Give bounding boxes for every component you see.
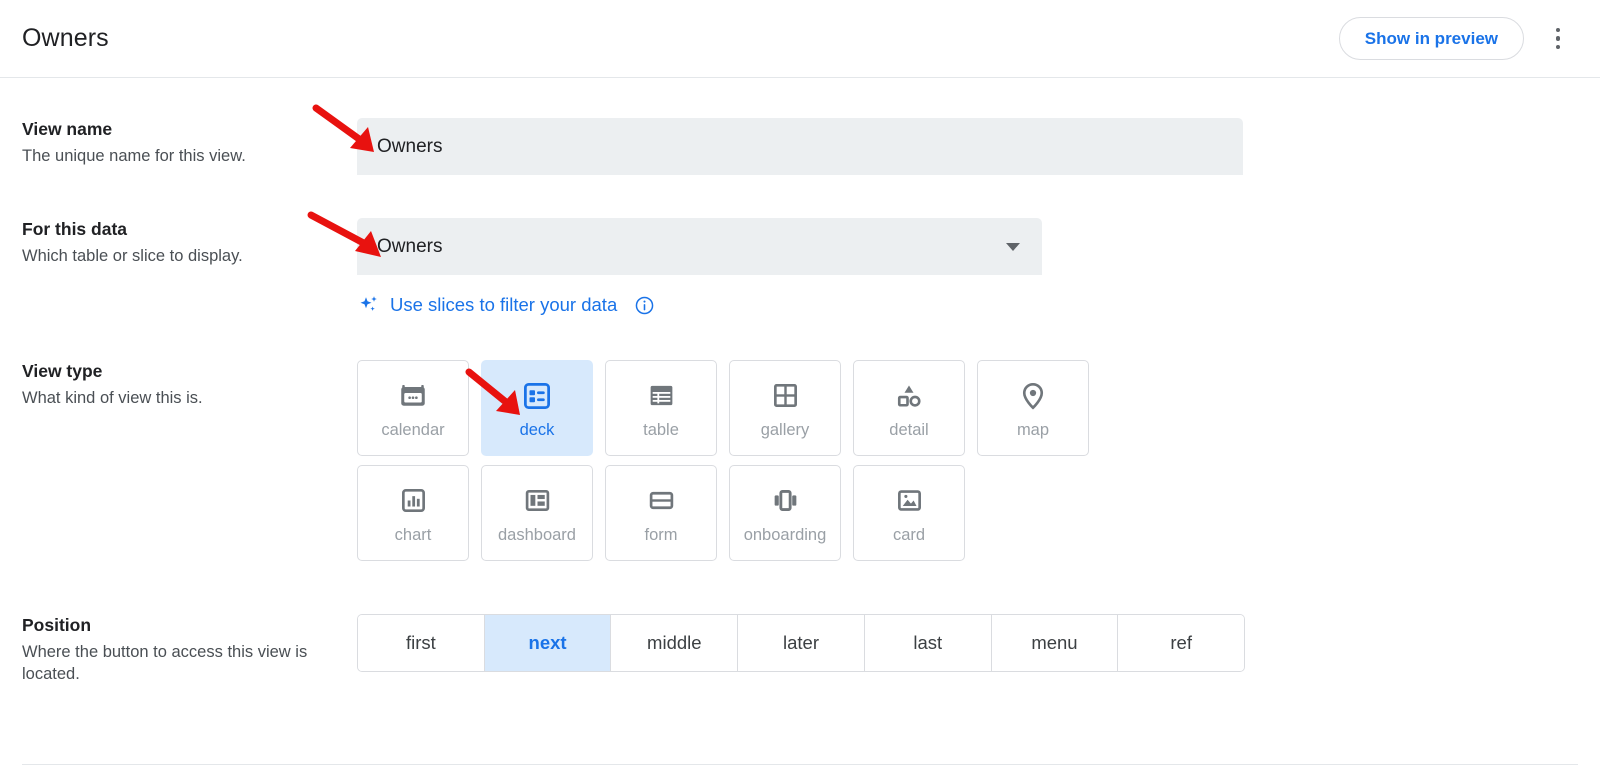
position-option-label: middle (647, 632, 702, 654)
view-type-tile-label: card (893, 526, 925, 545)
for-this-data-description: Which table or slice to display. (22, 245, 357, 267)
onboarding-icon (770, 482, 801, 520)
view-type-row: View type What kind of view this is. cal… (0, 360, 1600, 570)
position-option-first[interactable]: first (358, 615, 485, 671)
chevron-down-icon (1006, 243, 1020, 251)
dashboard-icon (523, 482, 552, 520)
view-type-description: What kind of view this is. (22, 387, 357, 409)
sparkle-icon (359, 294, 381, 316)
position-option-label: later (783, 632, 819, 654)
view-type-tile-form[interactable]: form (605, 465, 717, 561)
position-labels: Position Where the button to access this… (0, 614, 357, 685)
view-type-tile-detail[interactable]: detail (853, 360, 965, 456)
position-option-next[interactable]: next (485, 615, 612, 671)
view-type-tile-label: table (643, 421, 679, 440)
position-option-label: last (913, 632, 942, 654)
gallery-icon (771, 377, 800, 415)
view-settings-form: View name The unique name for this view.… (0, 78, 1600, 685)
page-title: Owners (22, 24, 109, 53)
form-icon (647, 482, 676, 520)
detail-icon (894, 377, 924, 415)
view-type-tile-map[interactable]: map (977, 360, 1089, 456)
view-type-title: View type (22, 360, 357, 384)
position-option-menu[interactable]: menu (992, 615, 1119, 671)
chart-icon (399, 482, 428, 520)
map-pin-icon (1018, 377, 1048, 415)
view-type-tile-deck[interactable]: deck (481, 360, 593, 456)
info-icon[interactable] (634, 295, 655, 316)
view-name-input[interactable] (357, 118, 1243, 175)
view-type-tile-gallery[interactable]: gallery (729, 360, 841, 456)
position-option-label: next (529, 632, 567, 654)
view-type-tile-label: gallery (761, 421, 810, 440)
view-type-tile-label: dashboard (498, 526, 576, 545)
for-this-data-field-wrap: Owners Use slices to filter your data (357, 218, 1600, 316)
view-type-tile-label: calendar (381, 421, 444, 440)
view-type-tile-label: map (1017, 421, 1049, 440)
for-this-data-labels: For this data Which table or slice to di… (0, 218, 357, 267)
position-option-label: menu (1031, 632, 1077, 654)
view-type-tile-onboarding[interactable]: onboarding (729, 465, 841, 561)
view-type-tile-table[interactable]: table (605, 360, 717, 456)
show-in-preview-label: Show in preview (1365, 29, 1498, 49)
view-type-tile-calendar[interactable]: calendar (357, 360, 469, 456)
for-this-data-row: For this data Which table or slice to di… (0, 218, 1600, 316)
view-name-labels: View name The unique name for this view. (0, 118, 357, 167)
position-option-later[interactable]: later (738, 615, 865, 671)
position-option-last[interactable]: last (865, 615, 992, 671)
position-segmented-control: first next middle later last menu ref (357, 614, 1245, 672)
position-option-label: ref (1170, 632, 1192, 654)
view-type-tile-label: detail (889, 421, 928, 440)
view-type-tile-label: onboarding (744, 526, 827, 545)
use-slices-link[interactable]: Use slices to filter your data (359, 294, 617, 316)
use-slices-label: Use slices to filter your data (390, 294, 617, 316)
app-header: Owners Show in preview (0, 0, 1600, 78)
data-source-select[interactable]: Owners (357, 218, 1042, 275)
position-option-ref[interactable]: ref (1118, 615, 1244, 671)
view-type-tile-card[interactable]: card (853, 465, 965, 561)
for-this-data-title: For this data (22, 218, 357, 242)
view-type-tile-dashboard[interactable]: dashboard (481, 465, 593, 561)
table-icon (647, 377, 676, 415)
deck-icon (522, 377, 552, 415)
view-name-row: View name The unique name for this view. (0, 118, 1600, 175)
show-in-preview-button[interactable]: Show in preview (1339, 17, 1524, 60)
section-divider (22, 764, 1578, 765)
calendar-icon (398, 377, 428, 415)
view-type-tile-grid: calendar deck table gallery detail map chart da… (357, 360, 1219, 570)
view-type-tile-label: deck (520, 421, 555, 440)
view-type-labels: View type What kind of view this is. (0, 360, 357, 409)
position-description: Where the button to access this view is … (22, 641, 357, 686)
view-type-tile-label: form (645, 526, 678, 545)
slices-row: Use slices to filter your data (359, 294, 1600, 316)
more-vertical-icon[interactable] (1538, 17, 1578, 61)
view-name-description: The unique name for this view. (22, 145, 357, 167)
card-icon (895, 482, 924, 520)
view-type-tile-chart[interactable]: chart (357, 465, 469, 561)
view-type-options: calendar deck table gallery detail map chart da… (357, 360, 1600, 570)
position-row: Position Where the button to access this… (0, 614, 1600, 685)
data-source-value: Owners (377, 236, 442, 258)
view-name-field-wrap (357, 118, 1600, 175)
position-field-wrap: first next middle later last menu ref (357, 614, 1600, 672)
position-option-label: first (406, 632, 436, 654)
position-title: Position (22, 614, 357, 638)
view-type-tile-label: chart (395, 526, 432, 545)
position-option-middle[interactable]: middle (611, 615, 738, 671)
view-name-title: View name (22, 118, 357, 142)
